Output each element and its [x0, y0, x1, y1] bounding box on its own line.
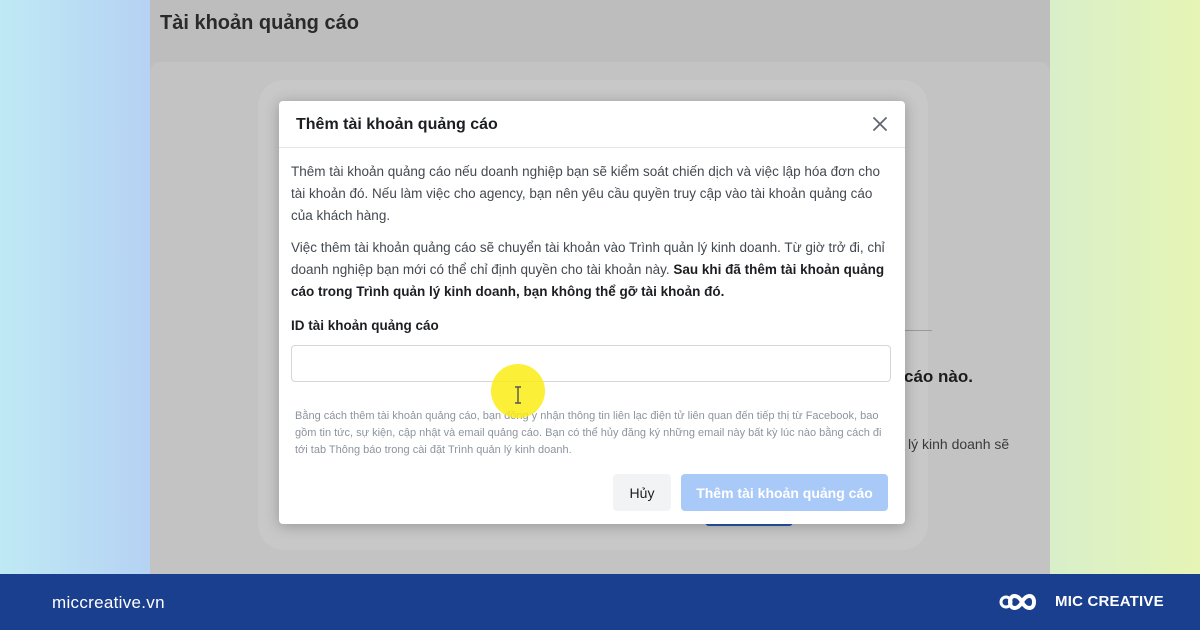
ad-account-id-input[interactable]	[291, 345, 891, 382]
dialog-divider	[279, 147, 905, 148]
background-partial-heading: cáo nào.	[904, 367, 973, 386]
dialog-body: Thêm tài khoản quảng cáo nếu doanh nghiệ…	[291, 161, 891, 459]
footer-url: miccreative.vn	[52, 593, 165, 612]
dialog-title: Thêm tài khoản quảng cáo	[296, 116, 498, 133]
close-icon	[873, 117, 887, 131]
close-button[interactable]	[869, 113, 891, 135]
ad-account-id-label: ID tài khoản quảng cáo	[291, 318, 439, 333]
add-ad-account-button[interactable]: Thêm tài khoản quảng cáo	[681, 474, 888, 511]
footer-brand: MIC CREATIVE	[1055, 593, 1164, 610]
cancel-button[interactable]: Hủy	[613, 474, 671, 511]
mic-creative-logo-icon	[999, 594, 1037, 610]
background-page-title: Tài khoản quảng cáo	[160, 12, 359, 34]
add-ad-account-dialog: Thêm tài khoản quảng cáo Thêm tài khoản …	[279, 101, 905, 524]
background-divider	[902, 330, 932, 331]
warning-paragraph: Việc thêm tài khoản quảng cáo sẽ chuyển …	[291, 237, 891, 303]
intro-paragraph: Thêm tài khoản quảng cáo nếu doanh nghiệ…	[291, 164, 881, 223]
footer-bar: miccreative.vn MIC CREATIVE	[0, 574, 1200, 630]
text-cursor-icon	[515, 386, 521, 404]
background-partial-text: lý kinh doanh sẽ	[908, 436, 1010, 452]
dialog-header: Thêm tài khoản quảng cáo	[279, 101, 905, 147]
marketing-disclaimer: Bằng cách thêm tài khoản quảng cáo, bạn …	[295, 410, 882, 456]
